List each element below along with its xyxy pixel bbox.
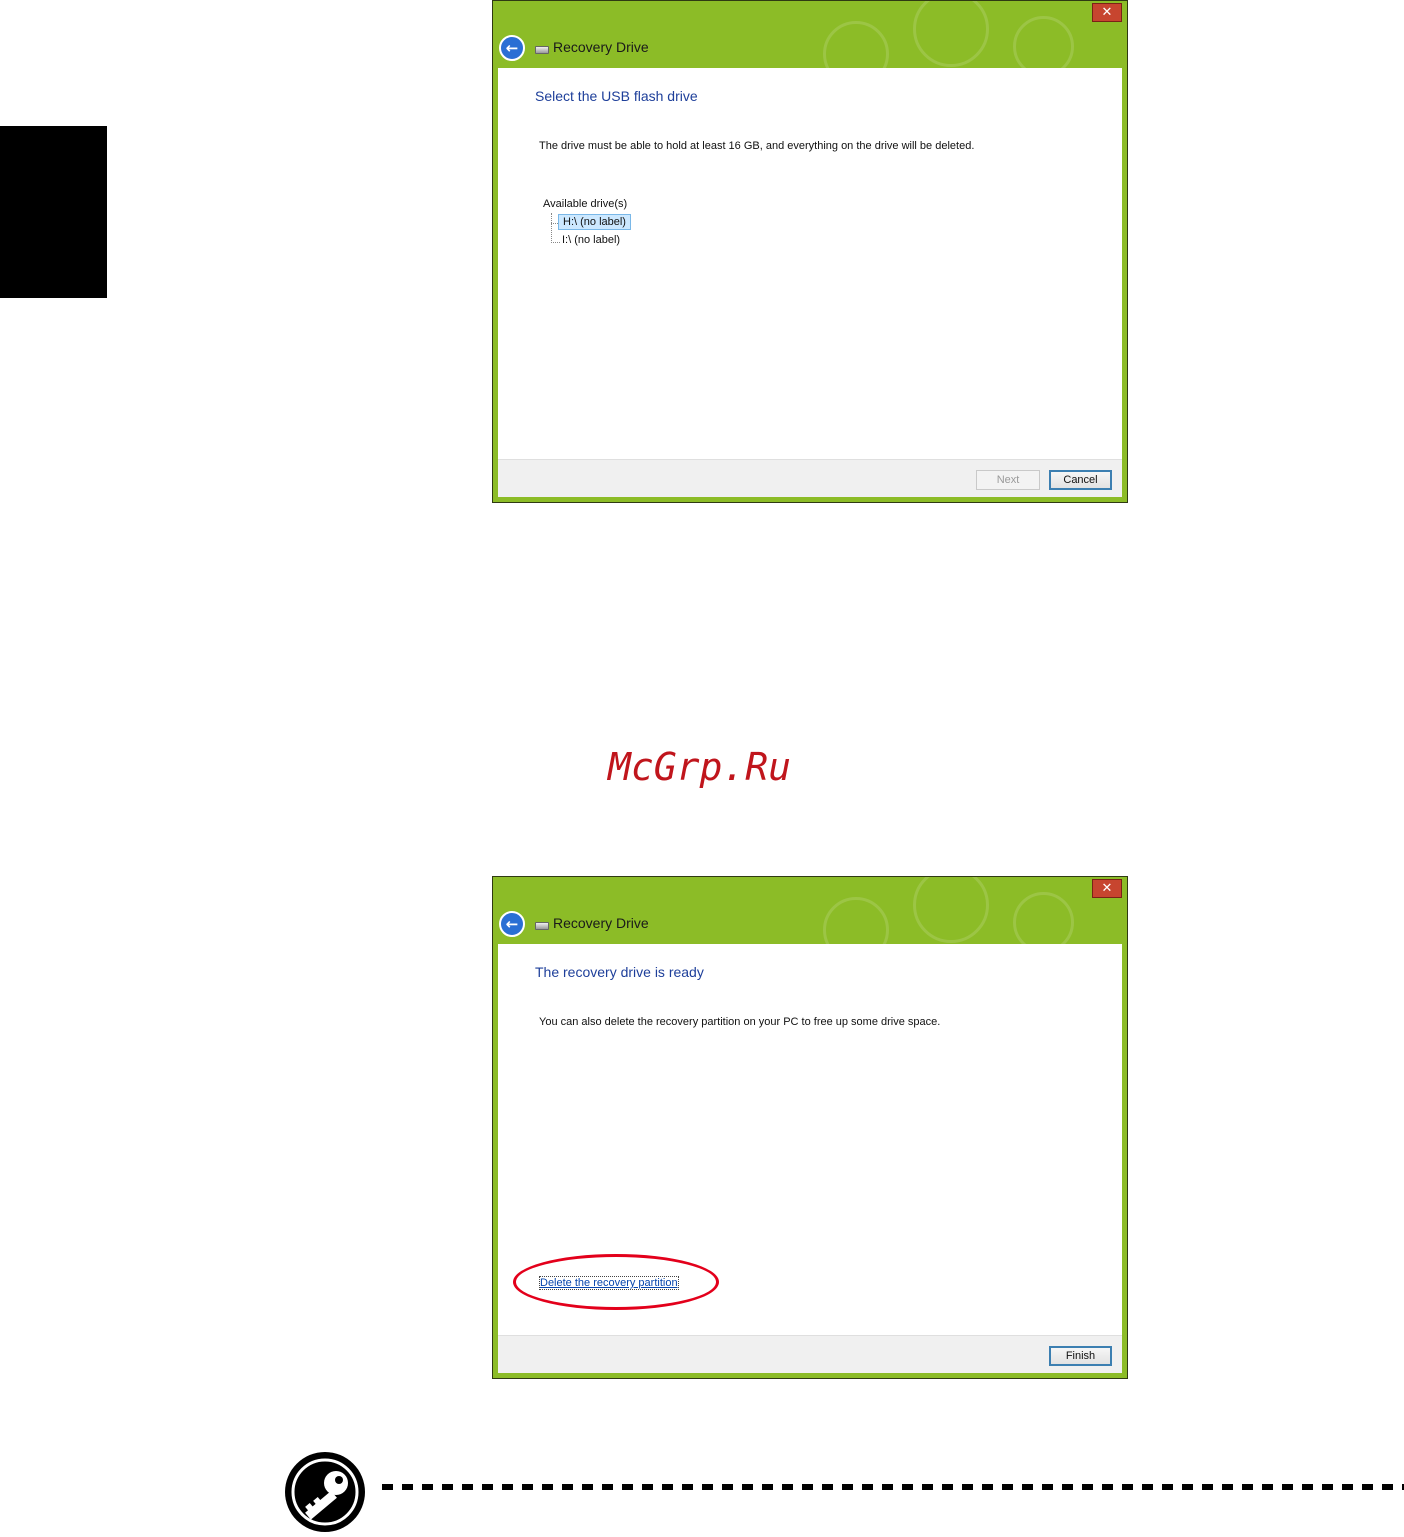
dialog-footer: Finish	[498, 1335, 1122, 1373]
page-description: The drive must be able to hold at least …	[539, 140, 975, 152]
page-description: You can also delete the recovery partiti…	[539, 1016, 941, 1028]
watermark-text: McGrp.Ru	[608, 745, 792, 789]
key-icon	[285, 1452, 365, 1532]
window-title: Recovery Drive	[553, 39, 649, 55]
dialog-footer: Next Cancel	[498, 459, 1122, 497]
drive-item-i[interactable]: I:\ (no label)	[558, 233, 624, 247]
recovery-drive-dialog-ready: ✕ ← Recovery Drive The recovery drive is…	[492, 876, 1128, 1379]
drive-icon	[535, 922, 549, 930]
dialog-content: Select the USB flash drive The drive mus…	[498, 68, 1122, 459]
window-title: Recovery Drive	[553, 915, 649, 931]
available-drives-label: Available drive(s)	[543, 198, 628, 210]
close-button[interactable]: ✕	[1092, 879, 1122, 898]
dotted-divider	[382, 1484, 1404, 1490]
drive-icon	[535, 46, 549, 54]
titlebar-decoration	[823, 21, 889, 68]
dialog-content: The recovery drive is ready You can also…	[498, 944, 1122, 1335]
titlebar-decoration	[1013, 892, 1074, 944]
chapter-side-tab	[0, 126, 107, 298]
close-button[interactable]: ✕	[1092, 3, 1122, 22]
titlebar-decoration	[913, 1, 989, 67]
titlebar-decoration	[1013, 16, 1074, 68]
drive-item-h[interactable]: H:\ (no label)	[558, 214, 631, 230]
cancel-button[interactable]: Cancel	[1049, 470, 1112, 490]
title-bar: ✕ ← Recovery Drive	[493, 877, 1127, 944]
recovery-drive-dialog-select: ✕ ← Recovery Drive Select the USB flash …	[492, 0, 1128, 503]
titlebar-decoration	[823, 897, 889, 944]
title-bar: ✕ ← Recovery Drive	[493, 1, 1127, 68]
tree-connector	[551, 213, 552, 243]
titlebar-decoration	[913, 877, 989, 943]
back-arrow-icon[interactable]: ←	[499, 911, 525, 937]
finish-button[interactable]: Finish	[1049, 1346, 1112, 1366]
page-heading: Select the USB flash drive	[535, 88, 698, 104]
next-button[interactable]: Next	[976, 470, 1040, 490]
page-heading: The recovery drive is ready	[535, 964, 704, 980]
delete-recovery-partition-link[interactable]: Delete the recovery partition	[539, 1276, 679, 1290]
back-arrow-icon[interactable]: ←	[499, 35, 525, 61]
